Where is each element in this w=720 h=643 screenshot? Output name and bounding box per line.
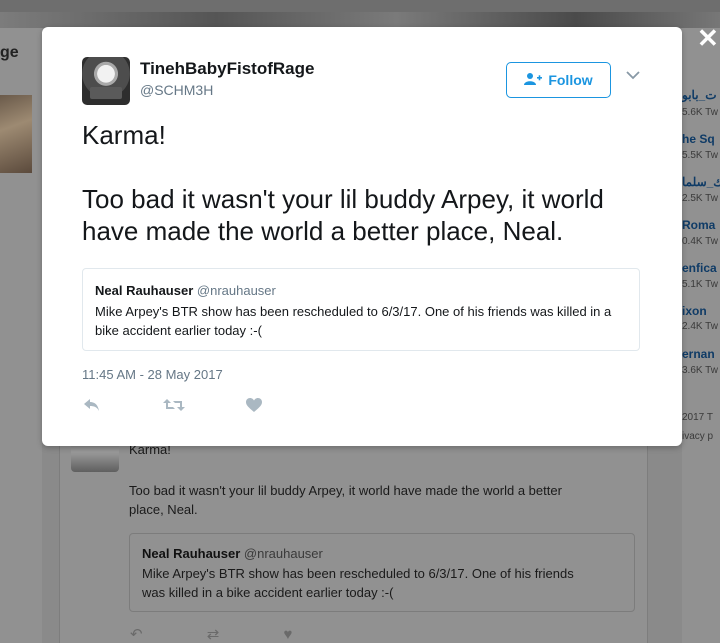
quoted-tweet-text: Mike Arpey's BTR show has been reschedul… xyxy=(95,304,612,338)
trend-item-5[interactable]: enfica xyxy=(682,261,717,275)
feed-tweet-text-line2: Too bad it wasn't your lil buddy Arpey, … xyxy=(129,483,562,498)
tweet-modal: TinehBabyFistofRage @SCHM3H Follow Karma… xyxy=(42,27,682,446)
tweet-timestamp[interactable]: 11:45 AM - 28 May 2017 xyxy=(82,367,223,382)
feed-retweet-icon[interactable]: ⇄ xyxy=(207,626,220,643)
reply-icon[interactable] xyxy=(82,397,102,418)
feed-quote-name: Neal Rauhauser xyxy=(142,546,241,561)
trend-count-4: 0.4K Tw xyxy=(682,236,718,247)
trend-item-2[interactable]: he Sq xyxy=(682,132,715,146)
feed-like-icon[interactable]: ♥ xyxy=(284,626,293,643)
user-display-name[interactable]: TinehBabyFistofRage xyxy=(140,59,314,79)
retweet-icon[interactable] xyxy=(162,397,186,418)
trend-count-1: 5.6K Tw xyxy=(682,107,718,118)
quoted-tweet[interactable]: Neal Rauhauser @nrauhauser Mike Arpey's … xyxy=(82,268,640,351)
tweet-text: Karma! Too bad it wasn't your lil buddy … xyxy=(82,120,604,246)
trend-count-5: 5.1K Tw xyxy=(682,279,718,290)
profile-card-label: ge xyxy=(0,44,19,61)
follow-button[interactable]: Follow xyxy=(506,62,611,98)
trend-count-2: 5.5K Tw xyxy=(682,150,718,161)
follow-button-label: Follow xyxy=(548,72,593,88)
profile-photo xyxy=(0,95,32,173)
profile-banner xyxy=(0,12,720,28)
trend-item-7[interactable]: ernan xyxy=(682,347,715,361)
feed-tweet-text-line3: place, Neal. xyxy=(129,502,198,517)
trend-count-6: 2.4K Tw xyxy=(682,321,718,332)
like-icon[interactable] xyxy=(245,397,263,418)
footer-privacy-link[interactable]: ivacy p xyxy=(682,431,713,442)
trends-sidebar xyxy=(682,28,720,643)
chevron-down-icon[interactable] xyxy=(626,67,640,85)
quoted-tweet-header: Neal Rauhauser @nrauhauser xyxy=(95,282,627,300)
trend-item-6[interactable]: ixon xyxy=(682,304,707,318)
feed-quote-text-line1: Mike Arpey's BTR show has been reschedul… xyxy=(142,566,574,581)
quoted-author-handle: @nrauhauser xyxy=(196,283,276,298)
quoted-author-name: Neal Rauhauser xyxy=(95,283,194,298)
trend-item-4[interactable]: Roma xyxy=(682,218,715,232)
trend-count-3: 2.5K Tw xyxy=(682,193,718,204)
add-user-icon xyxy=(524,72,543,89)
feed-tweet-actions: ↶ ⇄ ♥ xyxy=(130,625,352,643)
trend-item-3[interactable]: ك_سلما xyxy=(682,175,720,189)
user-avatar[interactable] xyxy=(82,57,130,105)
trend-item-1[interactable]: ت_بابو xyxy=(682,88,717,102)
feed-quote-header: Neal Rauhauser @nrauhauser xyxy=(142,544,323,564)
feed-reply-icon[interactable]: ↶ xyxy=(130,626,143,643)
feed-quote-handle: @nrauhauser xyxy=(243,546,323,561)
feed-quote-text-line2: was killed in a bike accident earlier to… xyxy=(142,585,394,600)
close-icon[interactable]: ✕ xyxy=(697,24,719,52)
trend-count-7: 3.6K Tw xyxy=(682,365,718,376)
footer-copyright: 2017 T xyxy=(682,412,713,423)
user-handle[interactable]: @SCHM3H xyxy=(140,82,213,98)
top-nav-bar xyxy=(0,0,720,12)
